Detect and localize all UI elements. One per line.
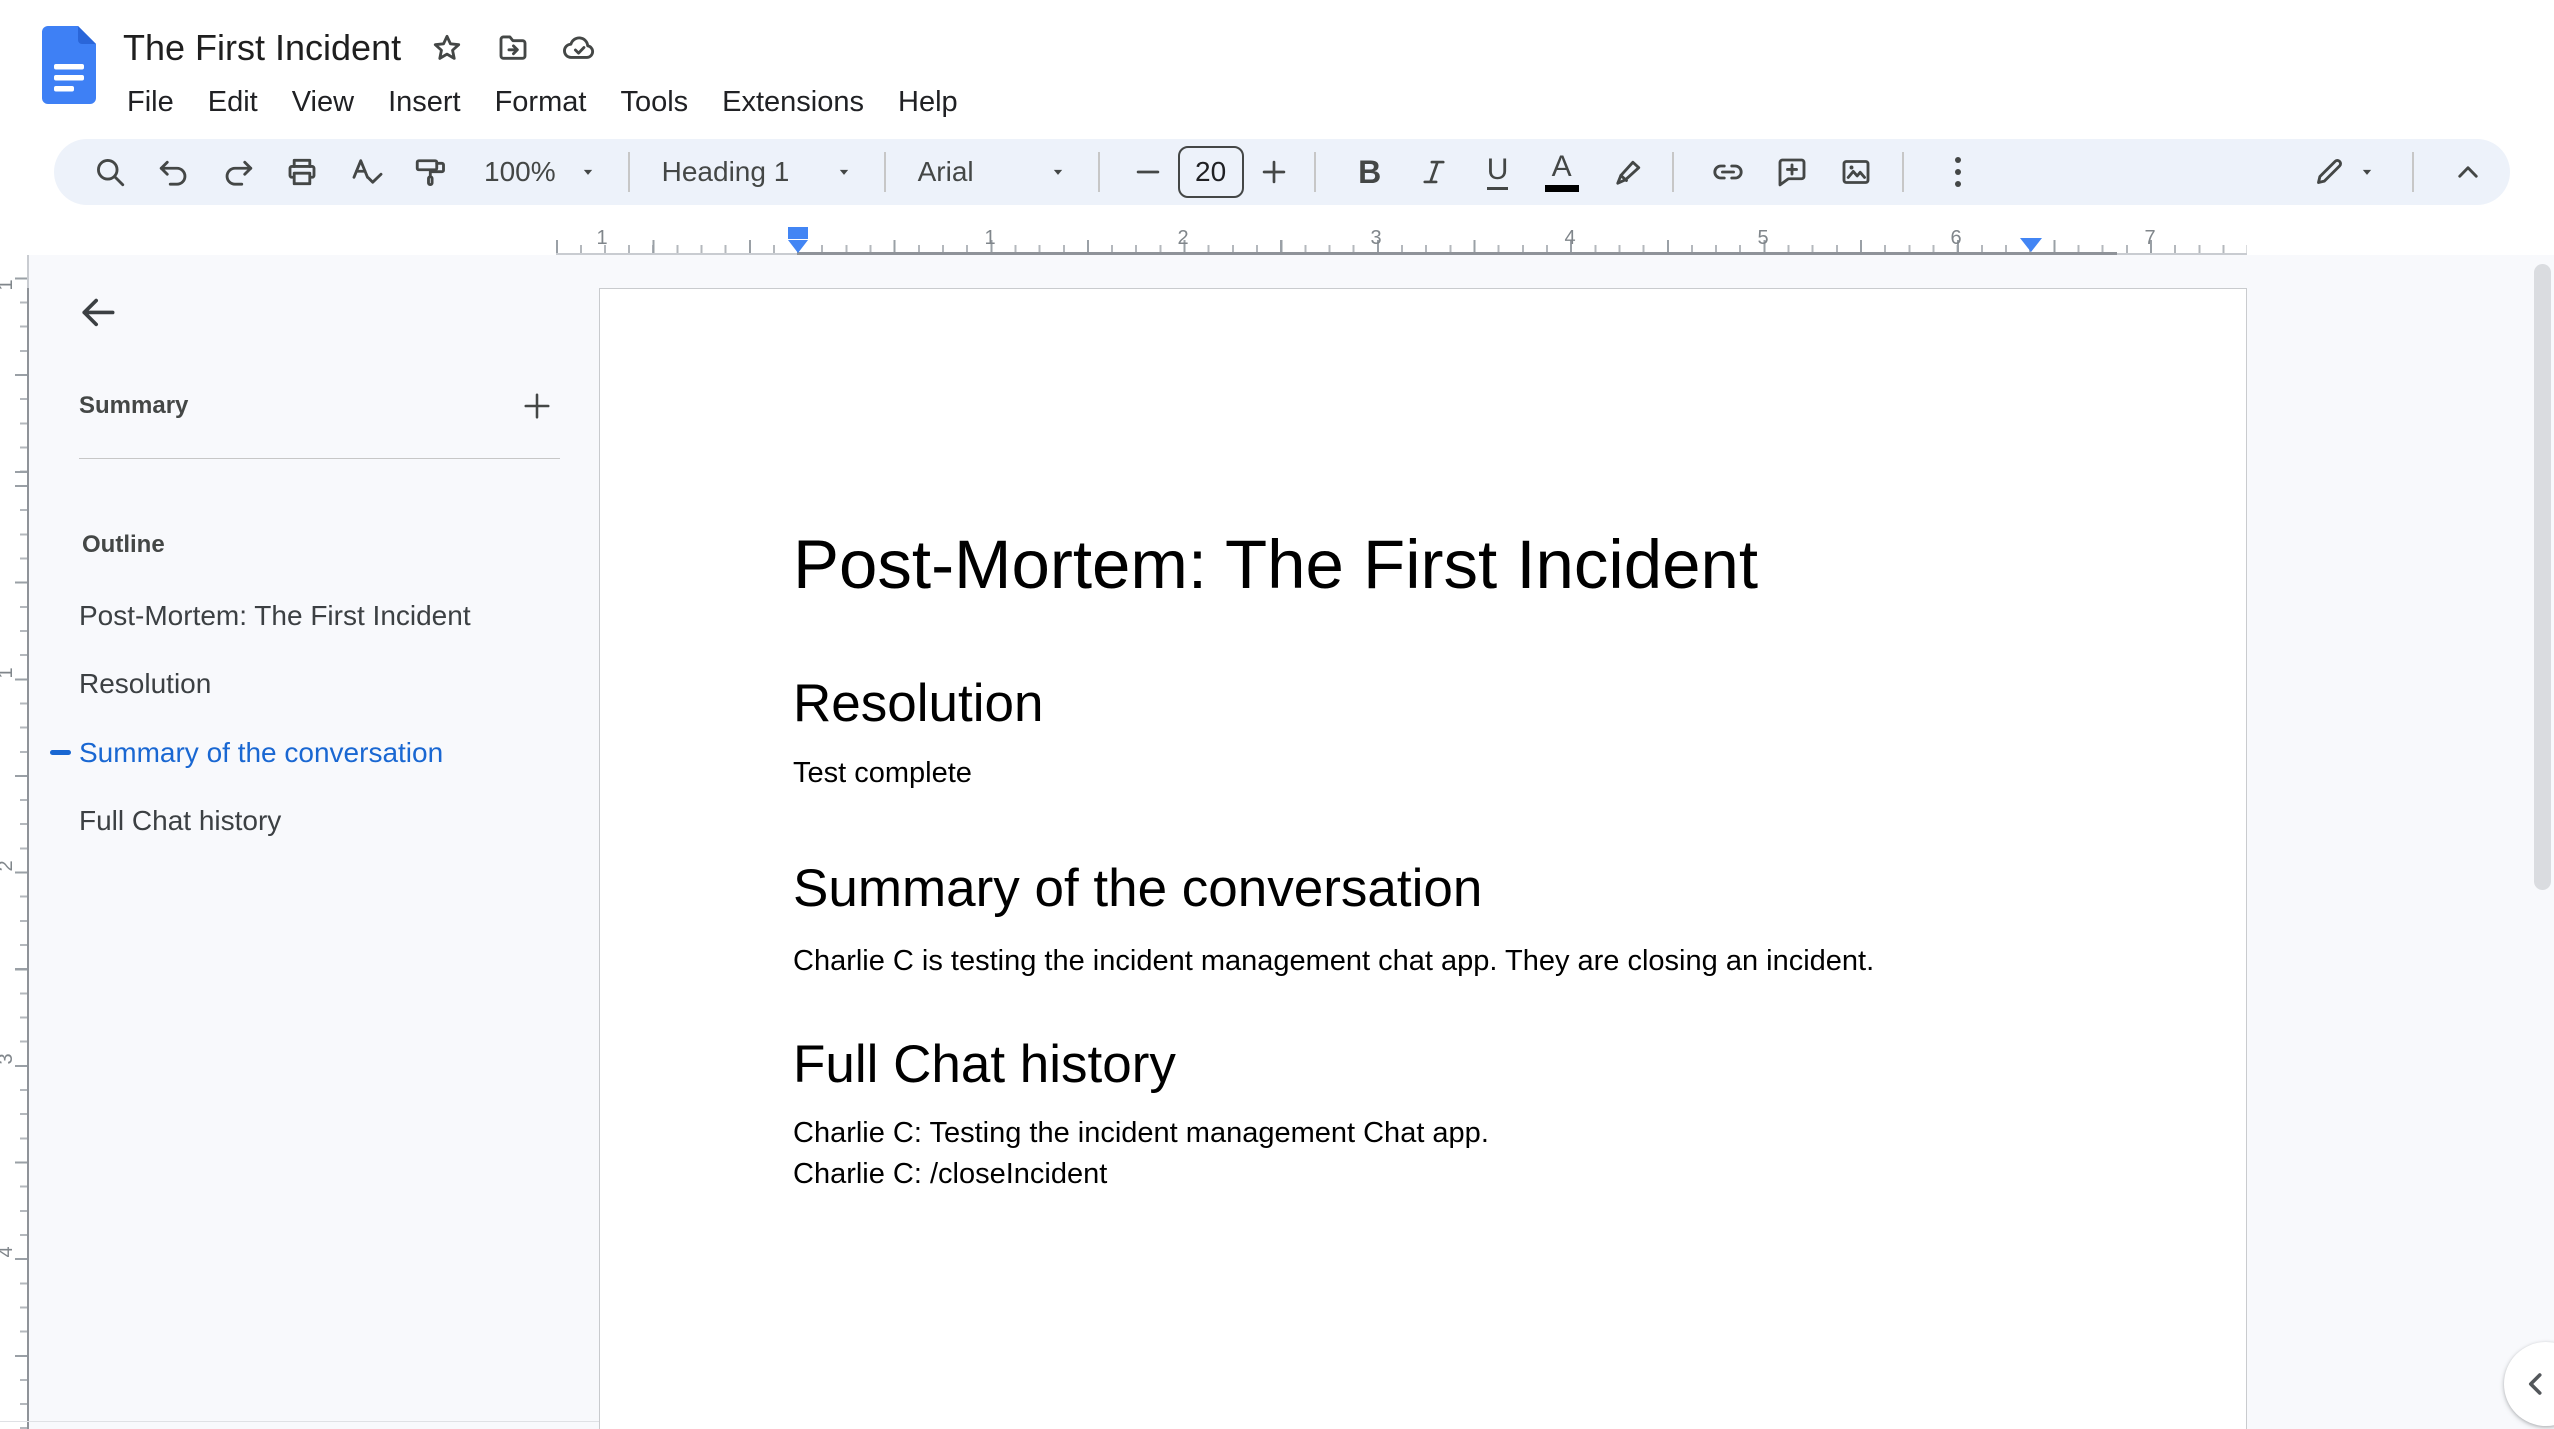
paragraph-style-value: Heading 1: [661, 156, 790, 187]
ruler-number: 2: [1177, 227, 1189, 249]
doc-paragraph[interactable]: Charlie C is testing the incident manage…: [793, 944, 1874, 979]
bold-glyph: B: [1358, 153, 1382, 190]
doc-heading-summary[interactable]: Summary of the conversation: [793, 858, 1482, 920]
font-family-select[interactable]: Arial: [904, 144, 1080, 200]
document-title-row: The First Incident: [123, 26, 597, 70]
zoom-value: 100%: [484, 156, 556, 187]
print-button[interactable]: [274, 144, 330, 200]
cloud-saved-icon[interactable]: [561, 30, 597, 66]
doc-heading-resolution[interactable]: Resolution: [793, 673, 1043, 735]
toolbar-divider: [1671, 152, 1674, 192]
underline-bar: [1486, 186, 1509, 190]
add-summary-button[interactable]: [514, 383, 560, 429]
canvas-bottom-divider: [0, 1421, 599, 1422]
toolbar-divider: [2412, 152, 2414, 192]
active-outline-indicator: [50, 750, 71, 755]
summary-divider: [79, 458, 560, 459]
zoom-caret-icon: [583, 169, 592, 175]
doc-paragraph[interactable]: Test complete: [793, 756, 972, 791]
google-docs-window: The First Incident File Edit View Insert…: [0, 0, 2554, 1429]
menu-extensions[interactable]: Extensions: [705, 84, 881, 121]
menu-insert[interactable]: Insert: [371, 84, 478, 121]
paint-format-button[interactable]: [402, 144, 458, 200]
close-outline-button[interactable]: [62, 277, 134, 349]
doc-heading-full-chat[interactable]: Full Chat history: [793, 1034, 1176, 1096]
search-menus-button[interactable]: [82, 144, 138, 200]
more-toolbar-options-button[interactable]: [1930, 144, 1986, 200]
editing-mode-caret-icon: [2362, 169, 2372, 175]
ruler-number: 5: [1757, 227, 1769, 249]
toolbar-divider: [1313, 152, 1316, 192]
menu-view[interactable]: View: [275, 84, 371, 121]
ruler-number: 6: [1950, 227, 1962, 249]
app-header: The First Incident File Edit View Insert…: [0, 0, 2554, 130]
menu-edit[interactable]: Edit: [191, 84, 275, 121]
document-page[interactable]: Post-Mortem: The First Incident Resoluti…: [599, 288, 2247, 1429]
kebab-icon: [1954, 157, 1961, 187]
add-comment-button[interactable]: [1764, 144, 1820, 200]
increase-font-size-button[interactable]: [1252, 144, 1296, 200]
left-indent-marker[interactable]: [788, 240, 808, 253]
vertical-scrollbar[interactable]: [2534, 264, 2551, 890]
font-size-input[interactable]: 20: [1177, 146, 1244, 198]
toolbar-divider: [1901, 152, 1904, 192]
font-caret-icon: [1053, 169, 1062, 175]
move-folder-icon[interactable]: [495, 30, 531, 66]
text-color-glyph: A: [1551, 150, 1572, 183]
ruler-number: 1: [984, 227, 996, 249]
star-icon[interactable]: [429, 30, 465, 66]
menu-bar: File Edit View Insert Format Tools Exten…: [110, 84, 975, 121]
menu-format[interactable]: Format: [478, 84, 604, 121]
ruler-number: 1: [596, 227, 608, 249]
paragraph-style-select[interactable]: Heading 1: [648, 144, 866, 200]
outline-label: Outline: [82, 531, 165, 558]
underline-button[interactable]: U: [1470, 144, 1526, 200]
decrease-font-size-button[interactable]: [1126, 144, 1170, 200]
menu-file[interactable]: File: [110, 84, 191, 121]
document-title[interactable]: The First Incident: [123, 27, 401, 69]
docs-logo-icon[interactable]: [42, 26, 96, 104]
menu-help[interactable]: Help: [881, 84, 975, 121]
insert-link-button[interactable]: [1700, 144, 1756, 200]
highlight-color-button[interactable]: [1598, 144, 1654, 200]
right-indent-marker[interactable]: [2020, 238, 2042, 252]
zoom-select[interactable]: 100%: [470, 144, 610, 200]
horizontal-ruler: 1 1 2 3 4 5 6 7: [556, 227, 2247, 255]
undo-button[interactable]: [146, 144, 202, 200]
editing-mode-button[interactable]: [2294, 144, 2394, 200]
doc-paragraph[interactable]: Charlie C: /closeIncident: [793, 1157, 1107, 1192]
underline-glyph: U: [1486, 152, 1509, 186]
redo-button[interactable]: [210, 144, 266, 200]
outline-sidebar: Summary Outline Post-Mortem: The First I…: [0, 255, 575, 1429]
outline-item[interactable]: Post-Mortem: The First Incident: [79, 599, 471, 633]
summary-label: Summary: [79, 392, 189, 419]
ruler-number: 7: [2144, 227, 2156, 249]
bold-button[interactable]: B: [1342, 144, 1398, 200]
toolbar-divider: [883, 152, 886, 192]
doc-heading-title[interactable]: Post-Mortem: The First Incident: [793, 525, 1758, 605]
hide-menus-button[interactable]: [2440, 144, 2496, 200]
first-line-indent-marker[interactable]: [788, 227, 808, 239]
formatting-toolbar: 100% Heading 1 Arial 20 B U A: [54, 139, 2510, 205]
spell-check-button[interactable]: [338, 144, 394, 200]
ruler-number: 4: [1564, 227, 1576, 249]
outline-item[interactable]: Full Chat history: [79, 804, 281, 838]
font-family-value: Arial: [917, 156, 974, 187]
ruler-margin-line: [797, 252, 2117, 255]
outline-item[interactable]: Resolution: [79, 667, 211, 701]
menu-tools[interactable]: Tools: [603, 84, 705, 121]
toolbar-divider: [627, 152, 630, 192]
text-color-button[interactable]: A: [1534, 144, 1590, 200]
outline-item-active[interactable]: Summary of the conversation: [79, 736, 443, 770]
insert-image-button[interactable]: [1828, 144, 1884, 200]
doc-paragraph[interactable]: Charlie C: Testing the incident manageme…: [793, 1116, 1489, 1151]
italic-button[interactable]: [1406, 144, 1462, 200]
text-color-swatch: [1544, 185, 1579, 192]
ruler-number: 3: [1370, 227, 1382, 249]
style-caret-icon: [839, 169, 848, 175]
toolbar-divider: [1097, 152, 1100, 192]
